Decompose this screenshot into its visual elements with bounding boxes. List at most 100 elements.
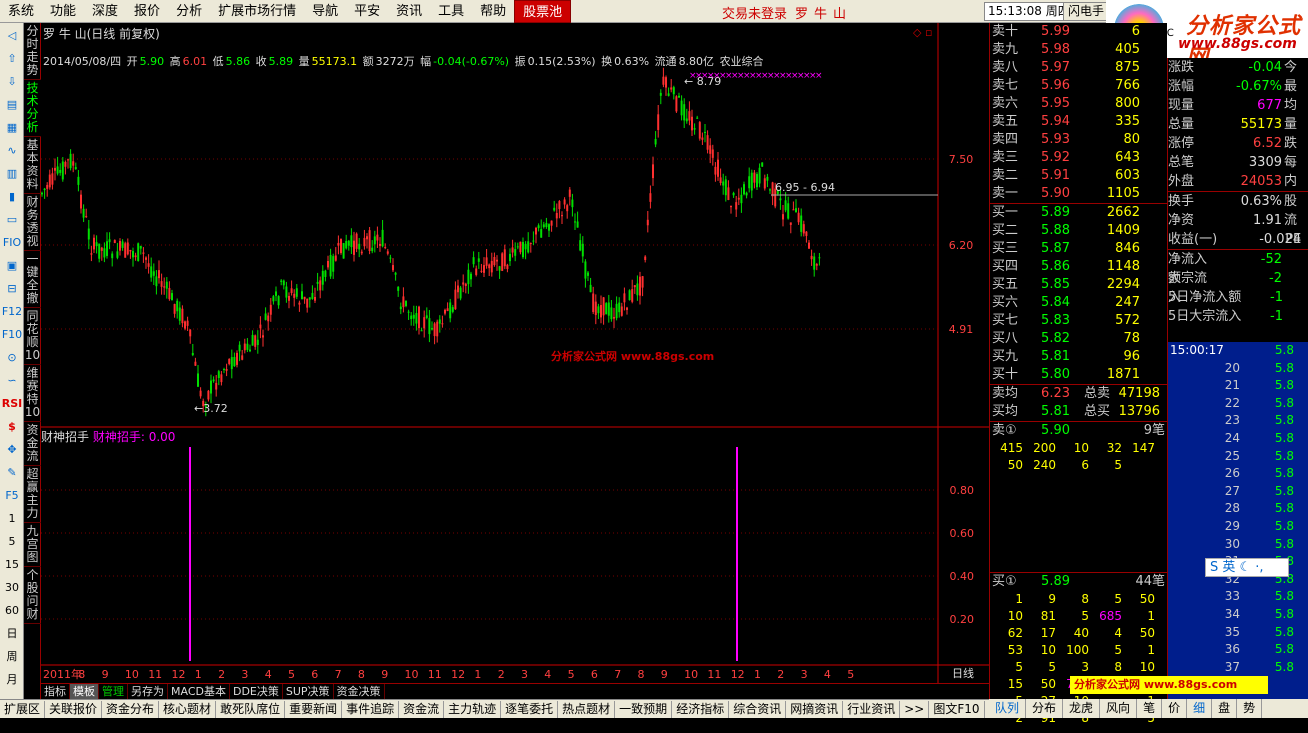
toolbar-button-20[interactable]: F5: [1, 484, 23, 506]
toolbar-button-23[interactable]: 15: [1, 553, 23, 575]
menu-item-2[interactable]: 深度: [84, 0, 126, 23]
right-tab-4[interactable]: 笔: [1137, 699, 1163, 718]
status-tab-3[interactable]: 核心题材: [159, 700, 217, 718]
vtab-1[interactable]: 技术分析: [24, 80, 41, 137]
right-tab-6[interactable]: 细: [1187, 699, 1213, 718]
status-tab-5[interactable]: 重要新闻: [285, 700, 343, 718]
toolbar-button-8[interactable]: ▭: [1, 208, 23, 230]
formula-tab-5[interactable]: DDE决策: [230, 684, 283, 699]
status-tab-17[interactable]: 图文F10: [929, 700, 985, 718]
menu-item-0[interactable]: 系统: [0, 0, 42, 23]
candle-body: [568, 189, 571, 197]
toolbar-button-0[interactable]: ◁: [1, 24, 23, 46]
status-tab-7[interactable]: 资金流: [399, 700, 445, 718]
toolbar-button-4[interactable]: ▦: [1, 116, 23, 138]
vtab-8[interactable]: 超赢主力: [24, 466, 41, 523]
vtab-6[interactable]: 维赛特10: [24, 365, 41, 422]
formula-tab-6[interactable]: SUP决策: [283, 684, 334, 699]
toolbar-button-16[interactable]: RSI: [1, 392, 23, 414]
toolbar-button-1[interactable]: ⇧: [1, 47, 23, 69]
right-tab-3[interactable]: 风向: [1100, 699, 1138, 718]
candle-body: [613, 317, 615, 319]
menu-item-6[interactable]: 导航: [304, 0, 346, 23]
menu-item-5[interactable]: 扩展市场行情: [210, 0, 304, 23]
candle-body: [433, 323, 436, 337]
toolbar-button-26[interactable]: 日: [1, 622, 23, 644]
toolbar-button-21[interactable]: 1: [1, 507, 23, 529]
status-tab-0[interactable]: 扩展区: [0, 700, 46, 718]
status-tab-12[interactable]: 经济指标: [672, 700, 730, 718]
menu-item-10[interactable]: 帮助: [472, 0, 514, 23]
vtab-3[interactable]: 财务透视: [24, 194, 41, 251]
status-tab-4[interactable]: 敢死队席位: [216, 700, 286, 718]
vtab-4[interactable]: 一键全撤: [24, 251, 41, 308]
status-tab-6[interactable]: 事件追踪: [342, 700, 400, 718]
toolbar-button-12[interactable]: F12: [1, 300, 23, 322]
toolbar-button-11[interactable]: ⊟: [1, 277, 23, 299]
status-tab-2[interactable]: 资金分布: [102, 700, 160, 718]
toolbar-button-19[interactable]: ✎: [1, 461, 23, 483]
right-tab-7[interactable]: 盘: [1212, 699, 1238, 718]
status-tab-8[interactable]: 主力轨迹: [444, 700, 502, 718]
vtab-0[interactable]: 分时走势: [24, 23, 41, 80]
menu-item-4[interactable]: 分析: [168, 0, 210, 23]
toolbar-button-3[interactable]: ▤: [1, 93, 23, 115]
toolbar-button-15[interactable]: ∽: [1, 369, 23, 391]
status-tab-11[interactable]: 一致预期: [615, 700, 673, 718]
toolbar-button-24[interactable]: 30: [1, 576, 23, 598]
right-tab-1[interactable]: 分布: [1026, 699, 1064, 718]
toolbar-button-6[interactable]: ▥: [1, 162, 23, 184]
quote-label: 总量: [1168, 117, 1195, 132]
trade-status[interactable]: 交易未登录: [722, 3, 787, 22]
toolbar-button-5[interactable]: ∿: [1, 139, 23, 161]
kline-chart-area[interactable]: 罗 牛 山(日线 前复权) ◇ ▫ 2014/05/08/四 开 5.90 高 6.…: [41, 23, 989, 683]
menu-item-9[interactable]: 工具: [430, 0, 472, 23]
flash-trade-button[interactable]: 闪电手: [1063, 2, 1110, 21]
toolbar-button-22[interactable]: 5: [1, 530, 23, 552]
menu-stock-pool[interactable]: 股票池: [514, 0, 572, 23]
status-tab-13[interactable]: 综合资讯: [729, 700, 787, 718]
formula-tab-4[interactable]: MACD基本: [168, 684, 230, 699]
status-tab-16[interactable]: >>: [900, 700, 930, 718]
vtab-5[interactable]: 同花顺10: [24, 308, 41, 365]
right-tab-5[interactable]: 价: [1162, 699, 1188, 718]
toolbar-button-14[interactable]: ⊙: [1, 346, 23, 368]
toolbar-button-9[interactable]: FIO: [1, 231, 23, 253]
price-axis-label: 4.91: [949, 323, 974, 336]
status-tab-1[interactable]: 关联报价: [45, 700, 103, 718]
toolbar-button-18[interactable]: ✥: [1, 438, 23, 460]
vtab-10[interactable]: 个股问财: [24, 567, 41, 624]
toolbar-button-10[interactable]: ▣: [1, 254, 23, 276]
status-tab-15[interactable]: 行业资讯: [843, 700, 901, 718]
candle-body: [337, 242, 340, 246]
menu-item-8[interactable]: 资讯: [388, 0, 430, 23]
vtab-2[interactable]: 基本资料: [24, 137, 41, 194]
menu-stock-name: 罗牛山: [795, 7, 853, 22]
formula-tab-7[interactable]: 资金决策: [334, 684, 385, 699]
right-tab-8[interactable]: 势: [1237, 699, 1263, 718]
vtab-9[interactable]: 九宫图: [24, 523, 41, 567]
formula-tab-1[interactable]: 模板: [70, 684, 99, 699]
toolbar-button-2[interactable]: ⇩: [1, 70, 23, 92]
formula-tab-2[interactable]: 管理: [99, 684, 128, 699]
status-tab-9[interactable]: 逐笔委托: [501, 700, 559, 718]
toolbar-button-28[interactable]: 月: [1, 668, 23, 690]
formula-tab-0[interactable]: 指标: [41, 684, 70, 699]
toolbar-button-25[interactable]: 60: [1, 599, 23, 621]
menu-item-7[interactable]: 平安: [346, 0, 388, 23]
right-tab-2[interactable]: 龙虎: [1063, 699, 1101, 718]
menu-item-3[interactable]: 报价: [126, 0, 168, 23]
toolbar-button-13[interactable]: F10: [1, 323, 23, 345]
tick-time: 35: [1224, 624, 1240, 639]
menu-item-1[interactable]: 功能: [42, 0, 84, 23]
toolbar-button-7[interactable]: ▮: [1, 185, 23, 207]
status-tab-14[interactable]: 网摘资讯: [786, 700, 844, 718]
ime-indicator[interactable]: S 英 ☾ ·,: [1205, 558, 1289, 577]
status-tab-10[interactable]: 热点题材: [558, 700, 616, 718]
candle-body: [280, 280, 283, 282]
formula-tab-3[interactable]: 另存为: [128, 684, 168, 699]
right-tab-0[interactable]: 队列: [989, 699, 1027, 718]
toolbar-button-17[interactable]: $: [1, 415, 23, 437]
toolbar-button-27[interactable]: 周: [1, 645, 23, 667]
vtab-7[interactable]: 资金流: [24, 422, 41, 466]
